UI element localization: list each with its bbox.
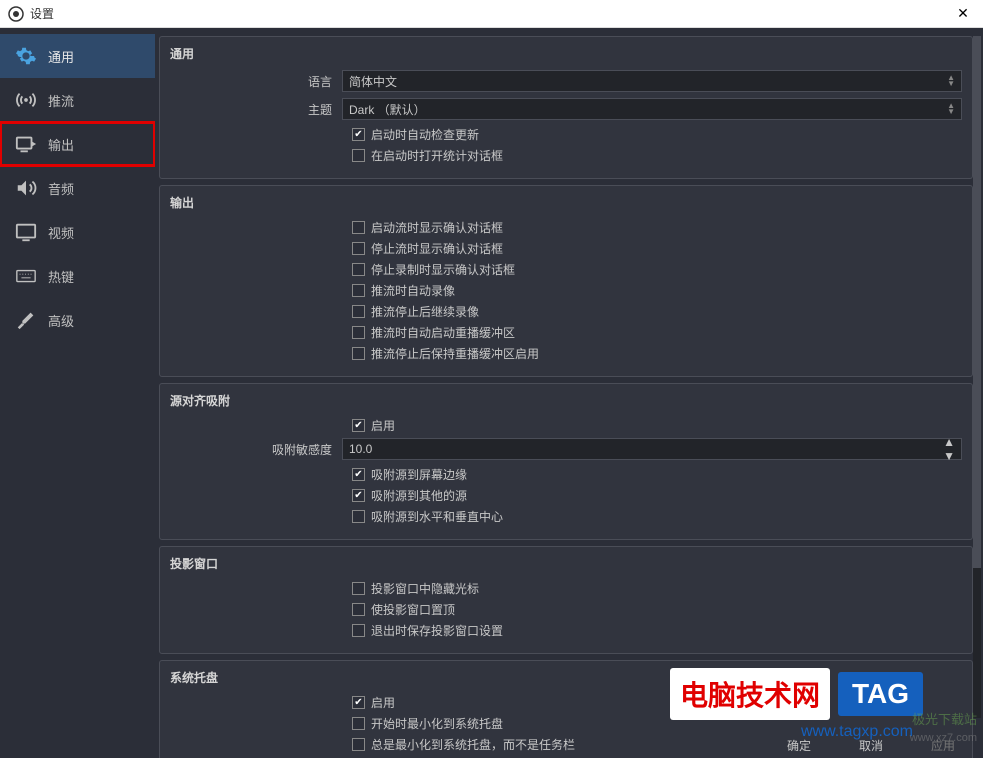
- snap-center-checkbox[interactable]: [352, 510, 365, 523]
- speaker-icon: [14, 176, 38, 200]
- open-stats-label: 在启动时打开统计对话框: [371, 147, 503, 164]
- sidebar-item-label: 热键: [48, 267, 74, 286]
- sidebar-item-label: 推流: [48, 91, 74, 110]
- monitor-icon: [14, 220, 38, 244]
- sidebar-item-stream[interactable]: 推流: [0, 78, 155, 122]
- sidebar-item-video[interactable]: 视频: [0, 210, 155, 254]
- section-title: 通用: [170, 45, 962, 62]
- titlebar: 设置 ✕: [0, 0, 983, 28]
- sidebar-item-general[interactable]: 通用: [0, 34, 155, 78]
- updown-icon: ▲▼: [947, 103, 955, 115]
- always-on-top-checkbox[interactable]: [352, 603, 365, 616]
- open-stats-checkbox[interactable]: [352, 149, 365, 162]
- sensitivity-spinbox[interactable]: 10.0▲▼: [342, 438, 962, 460]
- output-icon: [14, 132, 38, 156]
- sidebar-item-advanced[interactable]: 高级: [0, 298, 155, 342]
- section-projector: 投影窗口 投影窗口中隐藏光标 使投影窗口置顶 退出时保存投影窗口设置: [159, 546, 973, 654]
- updown-icon: ▲▼: [943, 435, 955, 463]
- stop-stream-confirm-checkbox[interactable]: [352, 242, 365, 255]
- language-select[interactable]: 简体中文▲▼: [342, 70, 962, 92]
- start-minimized-checkbox[interactable]: [352, 717, 365, 730]
- scrollbar-thumb[interactable]: [973, 36, 981, 568]
- section-output: 输出 启动流时显示确认对话框 停止流时显示确认对话框 停止录制时显示确认对话框 …: [159, 185, 973, 377]
- sidebar-item-label: 输出: [48, 135, 74, 154]
- window-title: 设置: [30, 5, 951, 22]
- check-update-checkbox[interactable]: [352, 128, 365, 141]
- section-title: 源对齐吸附: [170, 392, 962, 409]
- sensitivity-label: 吸附敏感度: [170, 441, 342, 458]
- section-general: 通用 语言 简体中文▲▼ 主题 Dark （默认）▲▼ 启动时自动检查更新 在启…: [159, 36, 973, 179]
- sidebar-item-audio[interactable]: 音频: [0, 166, 155, 210]
- sidebar: 通用 推流 输出 音频 视频 热键 高级: [0, 28, 155, 758]
- section-snap: 源对齐吸附 启用 吸附敏感度 10.0▲▼ 吸附源到屏幕边缘 吸附源到其他的源 …: [159, 383, 973, 540]
- start-stream-confirm-checkbox[interactable]: [352, 221, 365, 234]
- hide-cursor-checkbox[interactable]: [352, 582, 365, 595]
- watermark-corner-url: www.xz7.com: [910, 732, 977, 744]
- sidebar-item-output[interactable]: 输出: [0, 122, 155, 166]
- keep-replay-buffer-checkbox[interactable]: [352, 347, 365, 360]
- scrollbar[interactable]: [973, 36, 981, 718]
- section-title: 投影窗口: [170, 555, 962, 572]
- updown-icon: ▲▼: [947, 75, 955, 87]
- stop-record-confirm-checkbox[interactable]: [352, 263, 365, 276]
- tools-icon: [14, 308, 38, 332]
- always-minimize-checkbox[interactable]: [352, 738, 365, 751]
- auto-record-stream-checkbox[interactable]: [352, 284, 365, 297]
- sidebar-item-label: 音频: [48, 179, 74, 198]
- gear-icon: [14, 44, 38, 68]
- close-button[interactable]: ✕: [951, 5, 975, 22]
- save-on-exit-checkbox[interactable]: [352, 624, 365, 637]
- language-label: 语言: [170, 73, 342, 90]
- check-update-label: 启动时自动检查更新: [371, 126, 479, 143]
- antenna-icon: [14, 88, 38, 112]
- section-title: 输出: [170, 194, 962, 211]
- main-panel: 通用 语言 简体中文▲▼ 主题 Dark （默认）▲▼ 启动时自动检查更新 在启…: [155, 28, 983, 758]
- watermark-corner: 极光下载站: [912, 709, 977, 728]
- sidebar-item-hotkeys[interactable]: 热键: [0, 254, 155, 298]
- keep-recording-checkbox[interactable]: [352, 305, 365, 318]
- theme-label: 主题: [170, 101, 342, 118]
- auto-replay-buffer-checkbox[interactable]: [352, 326, 365, 339]
- app-logo-icon: [8, 6, 24, 22]
- snap-screen-edge-checkbox[interactable]: [352, 468, 365, 481]
- watermark: 电脑技术网 TAG: [670, 668, 923, 720]
- theme-select[interactable]: Dark （默认）▲▼: [342, 98, 962, 120]
- watermark-url: www.tagxp.com: [801, 723, 913, 741]
- tray-enable-checkbox[interactable]: [352, 696, 365, 709]
- sidebar-item-label: 高级: [48, 311, 74, 330]
- snap-other-source-checkbox[interactable]: [352, 489, 365, 502]
- snap-enable-checkbox[interactable]: [352, 419, 365, 432]
- sidebar-item-label: 视频: [48, 223, 74, 242]
- sidebar-item-label: 通用: [48, 47, 74, 66]
- keyboard-icon: [14, 264, 38, 288]
